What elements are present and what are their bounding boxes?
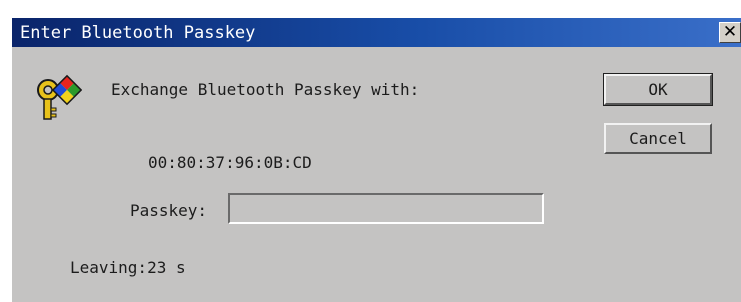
- cancel-button[interactable]: Cancel: [604, 123, 712, 154]
- key-icon: [37, 74, 82, 120]
- ok-button[interactable]: OK: [603, 73, 713, 106]
- close-icon: ✕: [722, 22, 738, 42]
- passkey-label: Passkey:: [130, 201, 208, 220]
- close-button[interactable]: ✕: [719, 22, 741, 43]
- passkey-input[interactable]: [228, 193, 544, 224]
- device-address: 00:80:37:96:0B:CD: [148, 153, 312, 172]
- title-bar[interactable]: Enter Bluetooth Passkey ✕: [12, 18, 741, 47]
- countdown-status: Leaving:23 s: [70, 258, 186, 277]
- exchange-message: Exchange Bluetooth Passkey with:: [111, 80, 420, 99]
- passkey-dialog: Enter Bluetooth Passkey ✕ Exchange Bluet…: [12, 18, 741, 302]
- dialog-title: Enter Bluetooth Passkey: [20, 23, 256, 43]
